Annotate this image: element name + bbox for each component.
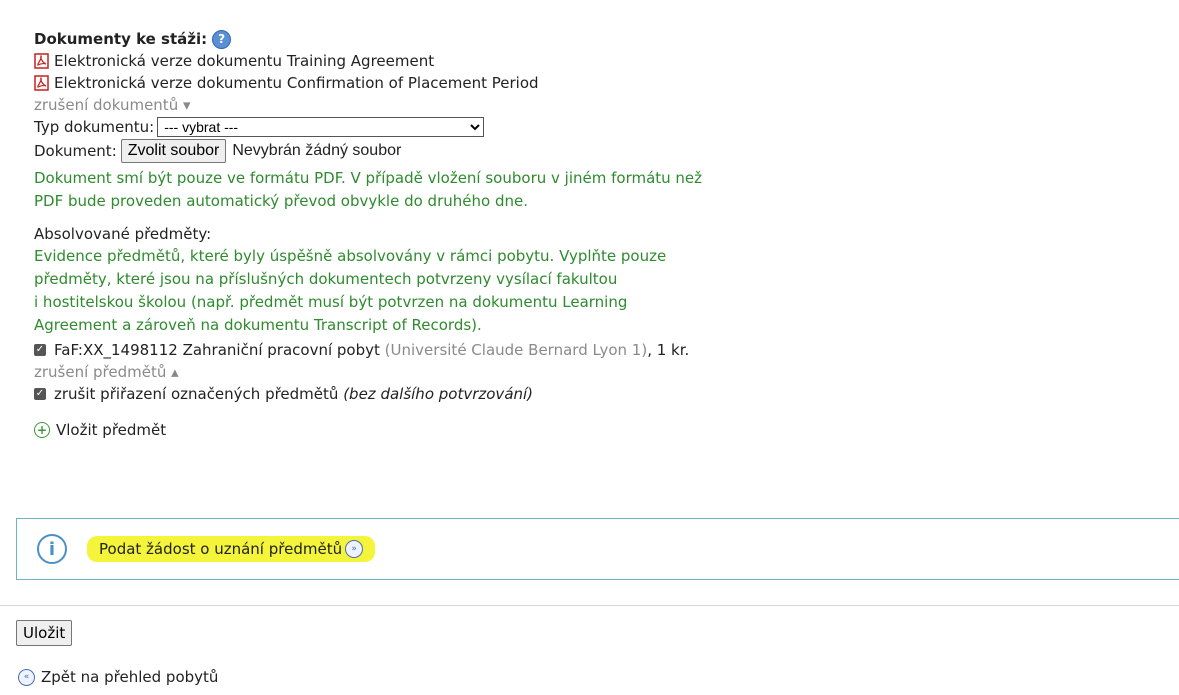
file-status: Nevybrán žádný soubor bbox=[232, 142, 402, 159]
document-item[interactable]: Elektronická verze dokumentu Confirmatio… bbox=[34, 72, 1174, 94]
document-type-select[interactable]: --- vybrat --- bbox=[157, 117, 485, 137]
unassign-label: zrušit přiřazení označených předmětů bbox=[54, 385, 339, 403]
document-item[interactable]: Elektronická verze dokumentu Training Ag… bbox=[34, 50, 1174, 72]
description-line: Agreement a zároveň na dokumentu Transcr… bbox=[34, 316, 482, 334]
add-subject-link[interactable]: + Vložit předmět bbox=[34, 419, 1174, 441]
note-line: PDF bude proveden automatický převod obv… bbox=[34, 192, 528, 210]
back-label: Zpět na přehled pobytů bbox=[41, 668, 219, 686]
pdf-icon bbox=[34, 53, 49, 69]
info-icon: i bbox=[37, 534, 67, 564]
unassign-note: (bez dalšího potvrzování) bbox=[343, 385, 534, 403]
document-link-confirmation[interactable]: Elektronická verze dokumentu Confirmatio… bbox=[54, 74, 539, 92]
subject-school: (Université Claude Bernard Lyon 1) bbox=[384, 341, 648, 359]
choose-file-button[interactable]: Zvolit soubor bbox=[120, 139, 227, 163]
stay-detail-form: Dokumenty ke stáži: ? Elektronická verze… bbox=[34, 28, 1174, 441]
documents-heading: Dokumenty ke stáži: bbox=[34, 30, 208, 48]
description-line: předměty, které jsou na příslušných doku… bbox=[34, 270, 618, 288]
recognition-request-label: Podat žádost o uznání předmětů bbox=[99, 540, 343, 558]
document-type-label: Typ dokumentu: bbox=[34, 118, 155, 136]
document-type-row: Typ dokumentu: --- vybrat --- bbox=[34, 116, 1174, 138]
forward-double-arrow-icon: » bbox=[345, 540, 364, 558]
document-file-label: Dokument: bbox=[34, 142, 117, 160]
plus-icon: + bbox=[34, 422, 50, 438]
help-icon[interactable]: ? bbox=[212, 29, 232, 49]
pdf-icon bbox=[34, 75, 49, 91]
info-box: i Podat žádost o uznání předmětů » bbox=[16, 518, 1179, 580]
subject-credits: , 1 kr. bbox=[647, 341, 690, 359]
save-button[interactable]: Uložit bbox=[16, 620, 73, 646]
subjects-heading: Absolvované předměty: bbox=[34, 225, 212, 243]
subject-item: ✓ FaF:XX_1498112 Zahraniční pracovní pob… bbox=[34, 339, 1174, 361]
add-subject-label: Vložit předmět bbox=[56, 421, 167, 439]
description-line: Evidence předmětů, které byly úspěšně ab… bbox=[34, 247, 667, 265]
subject-checkbox[interactable]: ✓ bbox=[34, 344, 46, 356]
back-double-arrow-icon: « bbox=[18, 668, 35, 686]
subject-code-name: FaF:XX_1498112 Zahraniční pracovní pobyt bbox=[54, 341, 380, 359]
documents-cancel-toggle[interactable]: zrušení dokumentů ▾ bbox=[34, 94, 1174, 116]
unassign-row: ✓ zrušit přiřazení označených předmětů (… bbox=[34, 383, 1174, 405]
document-link-training-agreement[interactable]: Elektronická verze dokumentu Training Ag… bbox=[54, 52, 434, 70]
note-line: Dokument smí být pouze ve formátu PDF. V… bbox=[34, 169, 703, 187]
description-line: i hostitelskou školou (např. předmět mus… bbox=[34, 293, 628, 311]
divider bbox=[0, 605, 1179, 606]
recognition-request-link[interactable]: Podat žádost o uznání předmětů » bbox=[87, 536, 376, 562]
subjects-cancel-toggle[interactable]: zrušení předmětů ▴ bbox=[34, 361, 1174, 383]
back-link[interactable]: « Zpět na přehled pobytů bbox=[18, 668, 218, 686]
documents-heading-row: Dokumenty ke stáži: ? bbox=[34, 28, 1174, 50]
subjects-description: Evidence předmětů, které byly úspěšně ab… bbox=[34, 245, 1174, 337]
document-format-note: Dokument smí být pouze ve formátu PDF. V… bbox=[34, 167, 1174, 213]
unassign-checkbox[interactable]: ✓ bbox=[34, 388, 46, 400]
document-file-row: Dokument: Zvolit soubor Nevybrán žádný s… bbox=[34, 138, 1174, 164]
